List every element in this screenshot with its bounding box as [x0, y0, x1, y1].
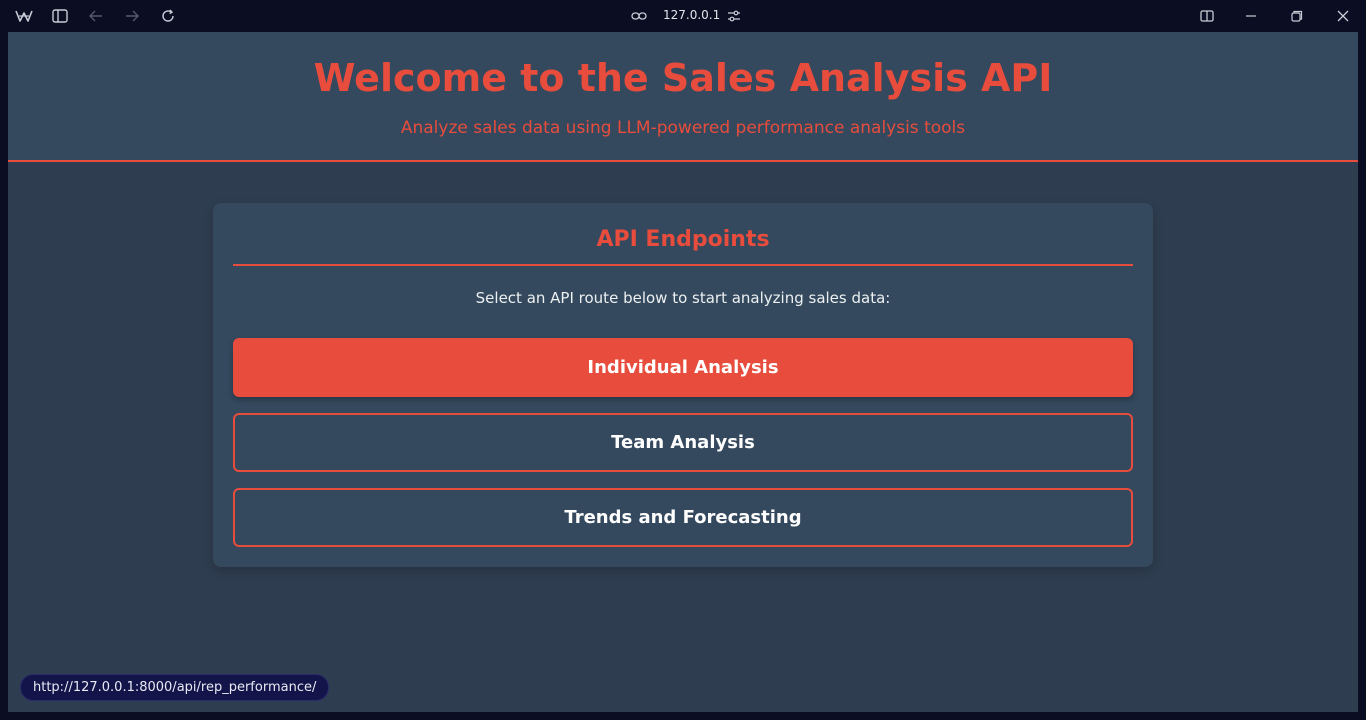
- hero-header: Welcome to the Sales Analysis API Analyz…: [8, 32, 1358, 162]
- sidebar-toggle-icon[interactable]: [51, 7, 69, 25]
- split-view-icon[interactable]: [1198, 7, 1216, 25]
- trends-forecasting-button[interactable]: Trends and Forecasting: [233, 488, 1133, 547]
- back-arrow-icon[interactable]: [87, 7, 105, 25]
- site-settings-icon[interactable]: [725, 7, 743, 25]
- page-title: Welcome to the Sales Analysis API: [313, 56, 1053, 100]
- individual-analysis-button[interactable]: Individual Analysis: [233, 338, 1133, 397]
- link-icon[interactable]: [630, 7, 648, 25]
- endpoints-heading: API Endpoints: [596, 227, 770, 252]
- individual-analysis-label: Individual Analysis: [587, 357, 779, 378]
- browser-toolbar: 127.0.0.1: [0, 0, 1366, 32]
- forward-arrow-icon[interactable]: [123, 7, 141, 25]
- page-subtitle: Analyze sales data using LLM-powered per…: [400, 118, 966, 138]
- team-analysis-label: Team Analysis: [611, 432, 755, 453]
- team-analysis-button[interactable]: Team Analysis: [233, 413, 1133, 472]
- link-preview-status: http://127.0.0.1:8000/api/rep_performanc…: [20, 674, 330, 701]
- heading-divider: [233, 264, 1133, 266]
- page-viewport: Welcome to the Sales Analysis API Analyz…: [8, 32, 1358, 712]
- minimize-icon[interactable]: [1242, 7, 1260, 25]
- close-icon[interactable]: [1334, 7, 1352, 25]
- reload-icon[interactable]: [159, 7, 177, 25]
- restore-icon[interactable]: [1288, 7, 1306, 25]
- app-logo-icon[interactable]: [15, 7, 33, 25]
- address-bar-url[interactable]: 127.0.0.1: [663, 8, 720, 22]
- endpoints-card: API Endpoints Select an API route below …: [213, 203, 1153, 567]
- trends-forecasting-label: Trends and Forecasting: [564, 507, 802, 528]
- endpoints-lead-text: Select an API route below to start analy…: [475, 289, 891, 307]
